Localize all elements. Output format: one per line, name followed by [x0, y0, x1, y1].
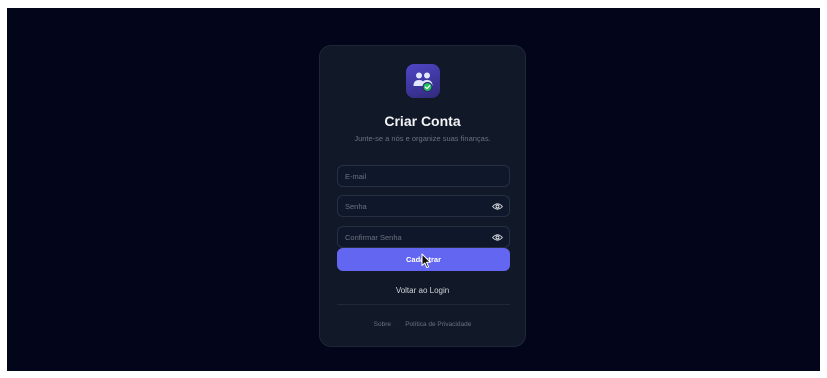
email-input[interactable]	[338, 166, 509, 186]
page-subtitle: Junte-se a nós e organize suas finanças.	[354, 134, 491, 143]
page-title: Criar Conta	[384, 113, 461, 129]
page-background: Criar Conta Junte-se a nós e organize su…	[7, 8, 820, 371]
footer-divider	[337, 304, 510, 305]
footer-links: Sobre · Política de Privacidade	[320, 320, 525, 329]
email-field	[337, 165, 510, 187]
eye-icon[interactable]	[492, 233, 503, 242]
password-field	[337, 195, 510, 217]
about-link[interactable]: Sobre	[374, 320, 391, 329]
password-input[interactable]	[338, 196, 509, 216]
footer-separator: ·	[397, 321, 400, 328]
eye-icon[interactable]	[492, 202, 503, 211]
app-logo	[406, 64, 440, 98]
confirm-password-field	[337, 226, 510, 248]
back-to-login-link[interactable]: Voltar ao Login	[320, 286, 525, 296]
confirm-password-input[interactable]	[338, 227, 509, 247]
privacy-policy-link[interactable]: Política de Privacidade	[405, 320, 471, 329]
mouse-pointer-icon	[421, 253, 431, 269]
users-check-icon	[413, 72, 433, 93]
register-card: Criar Conta Junte-se a nós e organize su…	[319, 45, 526, 347]
